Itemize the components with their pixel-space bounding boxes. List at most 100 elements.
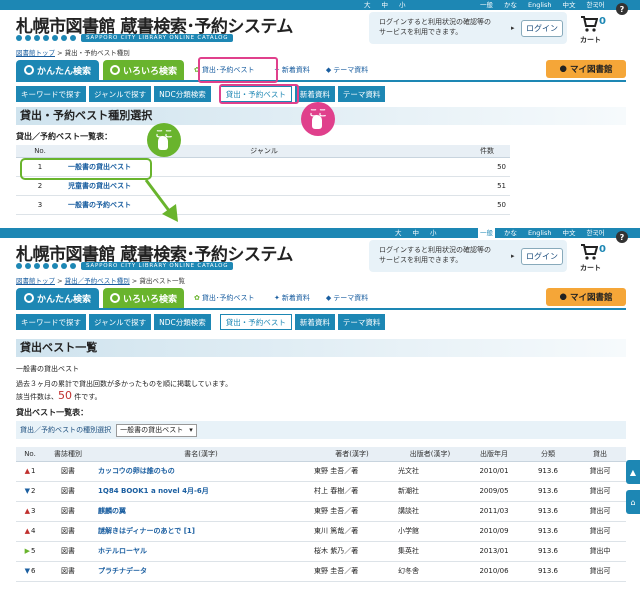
table-row: ▼ 2 図書 1Q84 BOOK1 a novel 4月-6月 村上 春樹／著 新潮社 20…: [16, 481, 626, 502]
rank-up-icon: ▲: [24, 527, 30, 535]
login-message: ログインすると利用状況の確認等の サービスを利用できます。: [379, 246, 491, 264]
font-size-large[interactable]: 大: [362, 0, 373, 10]
arrow-right-icon: ▸: [511, 252, 515, 260]
breadcrumb-current: > 貸出ベスト一覧: [129, 277, 185, 285]
tab-easy-search[interactable]: かんたん検索: [16, 60, 99, 80]
lang-kana[interactable]: かな: [502, 228, 519, 238]
breadcrumb-top-link[interactable]: 図書館トップ: [16, 277, 55, 285]
person-icon: ●: [559, 292, 567, 302]
language-switcher: 一般 かな English 中文 한국어: [478, 0, 606, 10]
new-items-button[interactable]: 新着資料: [294, 86, 335, 102]
font-size-small[interactable]: 小: [397, 0, 408, 10]
breadcrumb: 図書館トップ > 貸出・予約ベスト種別: [16, 47, 130, 57]
tab-new-items[interactable]: ✦ 新着資料: [268, 288, 316, 308]
table-label: 貸出ベスト一覧表：: [16, 408, 89, 417]
login-panel: ログインすると利用状況の確認等の サービスを利用できます。 ▸ ログイン: [369, 12, 567, 44]
theme-items-button[interactable]: テーマ資料: [337, 314, 386, 330]
genre-search-button[interactable]: ジャンルで探す: [89, 314, 152, 330]
lang-general[interactable]: 一般: [478, 228, 495, 238]
login-button[interactable]: ログイン: [521, 20, 563, 37]
cart-label[interactable]: カート: [580, 35, 601, 45]
keyword-search-button[interactable]: キーワードで探す: [16, 314, 86, 330]
tab-various-search[interactable]: いろいろ検索: [103, 60, 184, 80]
ndc-search-button[interactable]: NDC分類検索: [154, 86, 211, 102]
cart-count: 0: [599, 16, 606, 27]
ndc-search-button[interactable]: NDC分類検索: [154, 314, 211, 330]
col-title: 書名(漢字): [92, 447, 310, 462]
tab-easy-search[interactable]: かんたん検索: [16, 288, 99, 308]
new-items-button[interactable]: 新着資料: [294, 314, 335, 330]
arrow-up-icon: ▲: [629, 467, 637, 477]
lang-kana[interactable]: かな: [502, 0, 519, 10]
book-title-link[interactable]: ホテルローヤル: [98, 547, 147, 555]
cart-icon[interactable]: [580, 243, 598, 261]
keyword-search-button[interactable]: キーワードで探す: [16, 86, 86, 102]
logo-subtitle: SAPPORO CITY LIBRARY ONLINE CATALOG: [81, 262, 234, 270]
table-row: ▲ 4 図書 謎解きはディナーのあとで [1] 東川 篤哉／著 小学館 2010/09 913…: [16, 521, 626, 542]
font-size-small[interactable]: 小: [428, 228, 439, 238]
genre-search-button[interactable]: ジャンルで探す: [89, 86, 152, 102]
col-author: 著者(漢字): [310, 447, 394, 462]
language-switcher: 一般 かな English 中文 한국어: [478, 228, 606, 238]
lang-korean[interactable]: 한국어: [584, 228, 606, 238]
highlight-best-tab: [198, 57, 278, 83]
book-title-link[interactable]: プラチナデータ: [98, 567, 147, 575]
cart-icon[interactable]: [580, 15, 598, 33]
breadcrumb-top-link[interactable]: 図書館トップ: [16, 49, 55, 57]
breadcrumb-genre-link[interactable]: 貸出／予約ベスト種別: [65, 277, 130, 285]
genre-select-label: 貸出／予約ベストの種別選択: [20, 426, 112, 434]
tab-theme-items[interactable]: ◆ テーマ資料: [320, 288, 374, 308]
here-pointer-green: ここ: [147, 123, 181, 157]
list-subheading: 一般書の貸出ベスト: [16, 365, 80, 373]
cart-label[interactable]: カート: [580, 263, 601, 273]
col-genre: ジャンル: [64, 145, 464, 158]
highlight-first-row: [20, 158, 152, 180]
login-panel: ログインすると利用状況の確認等の サービスを利用できます。 ▸ ログイン: [369, 240, 567, 272]
lang-english[interactable]: English: [526, 228, 553, 238]
logo-dots: SAPPORO CITY LIBRARY ONLINE CATALOG: [16, 262, 234, 270]
book-title-link[interactable]: 1Q84 BOOK1 a novel 4月-6月: [98, 487, 209, 495]
lang-general[interactable]: 一般: [478, 0, 495, 10]
here-pointer-pink: ここ: [301, 102, 335, 136]
col-count: 件数: [464, 145, 510, 158]
breadcrumb-current: > 貸出・予約ベスト種別: [55, 49, 130, 57]
list-description: 過去３ヶ月の累計で貸出回数が多かったものを順に掲載しています。 該当件数は、50…: [16, 380, 233, 402]
chevron-down-icon: ▾: [189, 426, 193, 434]
lang-korean[interactable]: 한국어: [584, 0, 606, 10]
book-title-link[interactable]: カッコウの卵は誰のもの: [98, 467, 175, 475]
login-button[interactable]: ログイン: [521, 248, 563, 265]
book-title-link[interactable]: 謎解きはディナーのあとで [1]: [98, 527, 195, 535]
lang-chinese[interactable]: 中文: [560, 0, 577, 10]
lang-chinese[interactable]: 中文: [560, 228, 577, 238]
tab-various-search[interactable]: いろいろ検索: [103, 288, 184, 308]
my-library-button[interactable]: ● マイ図書館: [546, 288, 626, 306]
tab-lending-best[interactable]: ✿ 貸出･予約ベスト: [188, 288, 264, 308]
help-icon[interactable]: ?: [616, 3, 628, 15]
scroll-top-button[interactable]: ▲: [626, 460, 640, 484]
font-size-switcher: 大 中 小: [362, 0, 408, 10]
book-title-link[interactable]: 麒麟の翼: [98, 507, 126, 515]
font-size-large[interactable]: 大: [393, 228, 404, 238]
theme-items-button[interactable]: テーマ資料: [337, 86, 386, 102]
my-library-button[interactable]: ● マイ図書館: [546, 60, 626, 78]
genre-link[interactable]: 一般書の予約ベスト: [68, 201, 131, 209]
home-button[interactable]: ⌂: [626, 490, 640, 514]
help-icon[interactable]: ?: [616, 231, 628, 243]
tab-theme-items[interactable]: ◆ テーマ資料: [320, 60, 374, 80]
genre-select[interactable]: 一般書の貸出ベスト ▾: [116, 423, 197, 437]
col-date: 出版年月: [466, 447, 522, 462]
font-size-medium[interactable]: 中: [411, 228, 422, 238]
cart-count: 0: [599, 244, 606, 255]
tab-divider: [16, 308, 626, 310]
font-size-medium[interactable]: 中: [380, 0, 391, 10]
sub-nav: キーワードで探す ジャンルで探す NDC分類検索 貸出・予約ベスト 新着資料 テ…: [16, 314, 386, 330]
search-icon: [109, 293, 120, 303]
tag-icon: ◆: [325, 294, 332, 302]
genre-link[interactable]: 児童書の貸出ベスト: [68, 182, 131, 190]
lang-english[interactable]: English: [526, 0, 553, 10]
lending-best-button[interactable]: 貸出・予約ベスト: [219, 314, 292, 330]
col-status: 貸出: [574, 447, 626, 462]
screen-lending-best-list: 大 中 小 一般 かな English 中文 한국어 ? 札幌市図書館 蔵書検索…: [0, 228, 640, 600]
main-tabs: かんたん検索 いろいろ検索 ✿ 貸出･予約ベスト ✦ 新着資料 ◆ テーマ資料: [16, 60, 374, 80]
genre-select-row: 貸出／予約ベストの種別選択 一般書の貸出ベスト ▾: [16, 421, 626, 439]
